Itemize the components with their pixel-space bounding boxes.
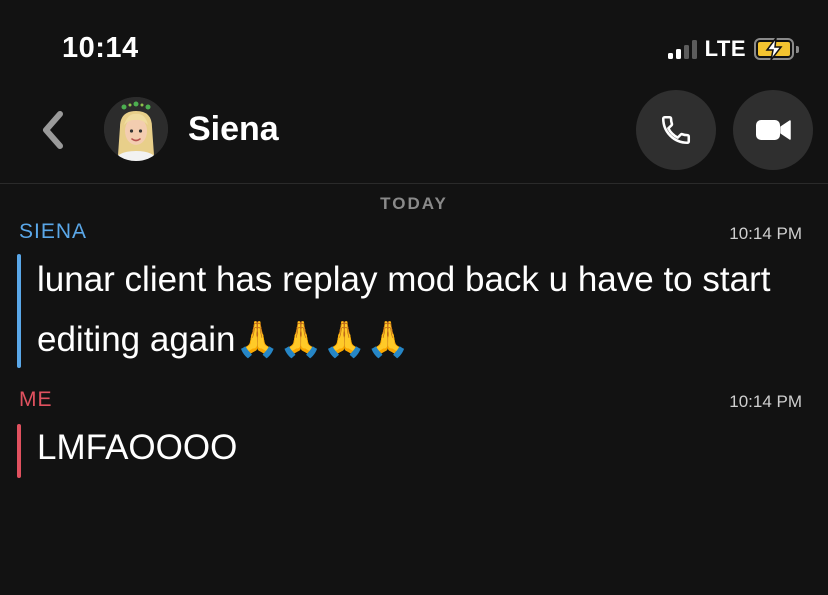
message-text[interactable]: lunar client has replay mod back u have … xyxy=(37,250,797,370)
status-time: 10:14 xyxy=(62,32,139,64)
status-indicators: LTE xyxy=(667,34,799,64)
header-divider xyxy=(0,183,828,184)
message-sender: ME xyxy=(19,388,53,411)
cellular-signal-icon xyxy=(667,39,697,59)
contact-avatar[interactable] xyxy=(104,97,168,161)
battery-charging-icon xyxy=(754,37,799,61)
day-separator: TODAY xyxy=(380,194,448,213)
chevron-left-icon xyxy=(43,111,63,149)
message-timestamp: 10:14 PM xyxy=(729,224,802,243)
voice-call-button[interactable] xyxy=(636,90,716,170)
video-call-button[interactable] xyxy=(733,90,813,170)
message-sender: SIENA xyxy=(19,220,88,243)
message-accent-bar xyxy=(17,254,21,368)
video-camera-icon xyxy=(756,120,791,140)
bitmoji-avatar-icon xyxy=(104,97,168,161)
message-accent-bar xyxy=(17,424,21,478)
network-type: LTE xyxy=(704,36,746,61)
message-text[interactable]: LMFAOOOO xyxy=(37,418,797,478)
contact-name[interactable]: Siena xyxy=(188,110,279,149)
message-timestamp: 10:14 PM xyxy=(729,392,802,411)
phone-icon xyxy=(661,115,691,145)
back-button[interactable] xyxy=(36,110,70,150)
